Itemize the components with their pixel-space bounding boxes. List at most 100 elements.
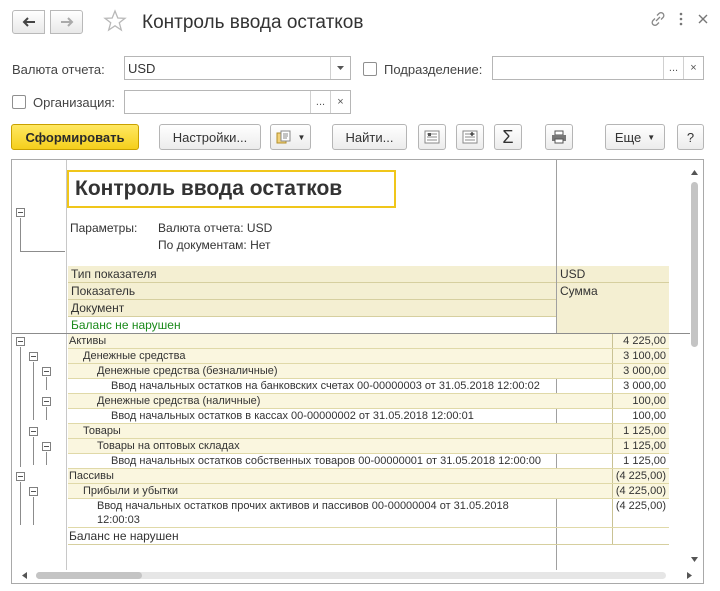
row-value: 100,00 — [632, 410, 666, 422]
collapse-goods-icon[interactable] — [29, 427, 38, 436]
chevron-down-icon: ▼ — [647, 132, 656, 142]
collapse-wholesale-icon[interactable] — [42, 442, 51, 451]
organization-field[interactable]: ... × — [124, 90, 351, 114]
currency-value: USD — [128, 61, 156, 76]
report-title: Контроль ввода остатков — [67, 170, 396, 208]
help-button[interactable]: ? — [677, 124, 704, 150]
tree-line — [46, 377, 47, 390]
tree-line — [20, 218, 21, 251]
back-button[interactable] — [12, 10, 45, 34]
table-row[interactable]: Ввод начальных остатков собственных това… — [68, 454, 669, 469]
currency-field[interactable]: USD — [124, 56, 351, 80]
row-value: 100,00 — [632, 395, 666, 407]
collapse-cash-in-hand-icon[interactable] — [42, 397, 51, 406]
division-checkbox[interactable] — [363, 62, 377, 76]
row-value: 1 125,00 — [623, 455, 666, 467]
cell-divider — [612, 409, 613, 423]
cell-divider — [612, 469, 613, 483]
vertical-scrollbar[interactable] — [690, 170, 699, 562]
tree-line — [33, 497, 34, 525]
print-button[interactable] — [545, 124, 573, 150]
horizontal-scrollbar[interactable] — [22, 570, 692, 580]
sum-button[interactable]: Σ — [494, 124, 522, 150]
horizontal-scroll-thumb[interactable] — [36, 572, 142, 579]
expand-groups-icon — [424, 130, 440, 144]
table-row[interactable]: Товары на оптовых складах 1 125,00 — [68, 439, 669, 454]
row-value: (4 225,00) — [615, 485, 666, 497]
table-row[interactable]: Ввод начальных остатков на банковских сч… — [68, 379, 669, 394]
division-select-button[interactable]: ... — [663, 57, 683, 79]
row-name: Активы — [69, 335, 107, 347]
param-currency: Валюта отчета: USD — [158, 221, 273, 235]
row-name: Денежные средства (безналичные) — [97, 365, 278, 377]
footer-balance-ok: Баланс не нарушен — [69, 529, 179, 543]
collapse-header-icon[interactable] — [16, 208, 25, 217]
row-value: (4 225,00) — [615, 500, 666, 512]
scroll-down-icon[interactable] — [691, 557, 698, 562]
scroll-left-icon[interactable] — [22, 572, 27, 579]
report-spreadsheet[interactable]: Контроль ввода остатков Параметры: Валют… — [11, 159, 704, 584]
forward-button[interactable] — [50, 10, 83, 34]
header-type: Тип показателя — [68, 266, 556, 283]
gutter-divider — [66, 160, 67, 570]
row-value: 3 100,00 — [623, 350, 666, 362]
collapse-cash-icon[interactable] — [29, 352, 38, 361]
row-value: (4 225,00) — [615, 470, 666, 482]
table-row[interactable]: Ввод начальных остатков прочих активов и… — [68, 499, 669, 528]
expand-groups-button[interactable] — [418, 124, 446, 150]
table-row[interactable]: Ввод начальных остатков в кассах 00-0000… — [68, 409, 669, 424]
collapse-groups-icon — [462, 130, 478, 144]
row-name-continued: 12:00:03 — [97, 514, 140, 526]
scroll-right-icon[interactable] — [687, 572, 692, 579]
row-value: 4 225,00 — [623, 335, 666, 347]
scroll-up-icon[interactable] — [691, 170, 698, 175]
table-row[interactable]: Денежные средства (безналичные) 3 000,00 — [68, 364, 669, 379]
division-clear-button[interactable]: × — [683, 57, 703, 79]
more-button-label: Еще — [614, 129, 642, 145]
row-name: Денежные средства (наличные) — [97, 395, 261, 407]
header-indicator: Показатель — [68, 283, 556, 300]
table-row[interactable]: Пассивы (4 225,00) — [68, 469, 669, 484]
close-icon[interactable] — [694, 10, 712, 28]
row-value: 1 125,00 — [623, 425, 666, 437]
currency-label: Валюта отчета: — [12, 62, 105, 77]
organization-select-button[interactable]: ... — [310, 91, 330, 113]
division-field[interactable]: ... × — [492, 56, 704, 80]
collapse-assets-icon[interactable] — [16, 337, 25, 346]
favorite-star-icon[interactable] — [103, 9, 127, 33]
variant-button[interactable]: ▼ — [270, 124, 311, 150]
collapse-groups-button[interactable] — [456, 124, 484, 150]
tree-line — [33, 437, 34, 465]
settings-button[interactable]: Настройки... — [159, 124, 261, 150]
vertical-scroll-thumb[interactable] — [691, 182, 698, 347]
arrow-left-icon — [22, 17, 35, 27]
table-row[interactable]: Товары 1 125,00 — [68, 424, 669, 439]
cell-divider — [612, 349, 613, 363]
organization-clear-button[interactable]: × — [330, 91, 350, 113]
chevron-down-icon — [337, 65, 344, 70]
organization-checkbox[interactable] — [12, 95, 26, 109]
link-icon[interactable] — [649, 10, 667, 28]
table-row[interactable]: Прибыли и убытки (4 225,00) — [68, 484, 669, 499]
tree-line — [33, 362, 34, 420]
tree-line — [46, 452, 47, 465]
row-name: Ввод начальных остатков прочих активов и… — [97, 500, 509, 512]
row-value: 3 000,00 — [623, 365, 666, 377]
cell-divider — [612, 424, 613, 438]
collapse-liabilities-icon[interactable] — [16, 472, 25, 481]
table-row[interactable]: Активы 4 225,00 — [68, 334, 669, 349]
generate-button[interactable]: Сформировать — [11, 124, 139, 150]
cell-divider — [612, 439, 613, 453]
collapse-cash-noncash-icon[interactable] — [42, 367, 51, 376]
printer-icon — [552, 130, 566, 144]
table-row[interactable]: Денежные средства (наличные) 100,00 — [68, 394, 669, 409]
find-button[interactable]: Найти... — [332, 124, 407, 150]
more-icon[interactable] — [672, 10, 690, 28]
collapse-profit-icon[interactable] — [29, 487, 38, 496]
cell-divider — [612, 499, 613, 527]
table-row[interactable]: Денежные средства 3 100,00 — [68, 349, 669, 364]
division-label: Подразделение: — [384, 62, 483, 77]
currency-dropdown-button[interactable] — [330, 57, 350, 79]
cell-divider — [612, 484, 613, 498]
more-button[interactable]: Еще ▼ — [605, 124, 665, 150]
